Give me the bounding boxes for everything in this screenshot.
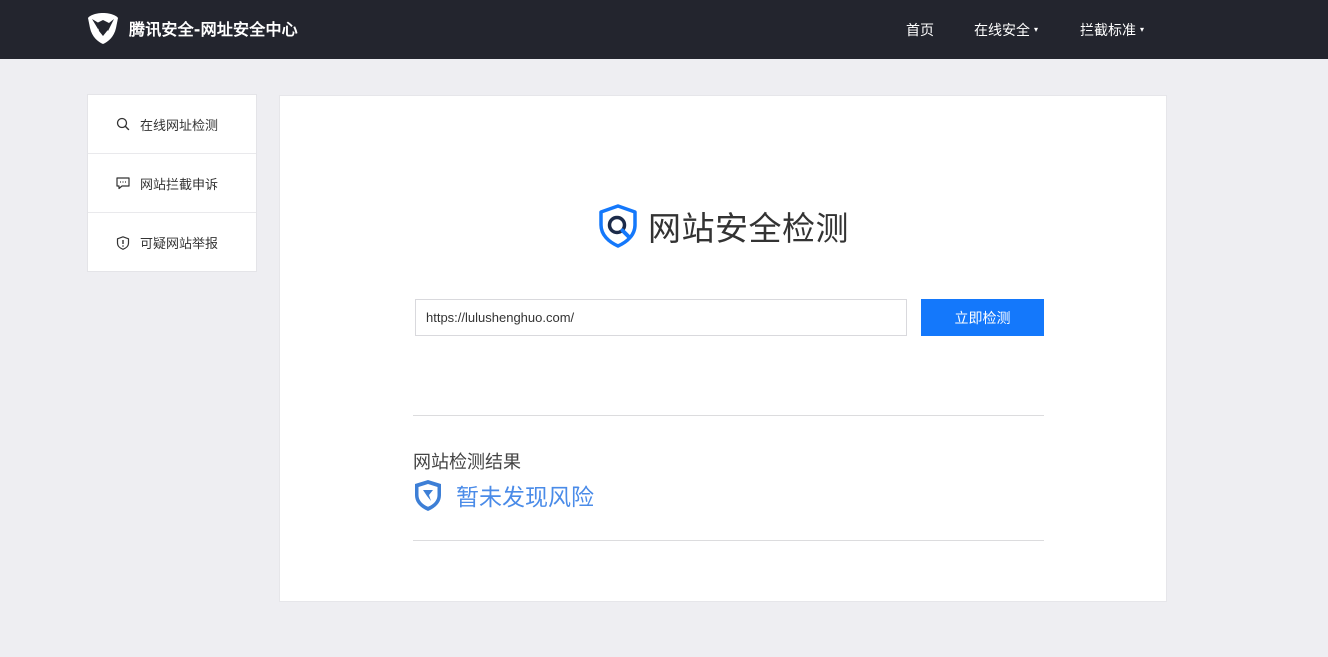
main-panel: 网站安全检测 立即检测 网站检测结果 暂未发现风险 — [279, 95, 1167, 602]
result-status: 暂未发现风险 — [413, 478, 594, 512]
nav-home-label: 首页 — [906, 22, 934, 39]
check-now-button[interactable]: 立即检测 — [921, 299, 1044, 336]
brand-title: 腾讯安全-网址安全中心 — [129, 20, 298, 39]
nav-online-security[interactable]: 在线安全 ▾ — [974, 0, 1038, 59]
hero-heading: 网站安全检测 — [596, 202, 849, 250]
nav-home[interactable]: 首页 — [906, 0, 934, 59]
shield-search-icon — [599, 204, 637, 248]
divider — [413, 540, 1044, 541]
search-icon — [116, 117, 130, 131]
url-input[interactable] — [415, 299, 907, 336]
sidebar-item-appeal[interactable]: 网站拦截申诉 — [88, 154, 256, 213]
safe-shield-icon — [415, 480, 441, 511]
nav-block-standard[interactable]: 拦截标准 ▾ — [1080, 0, 1144, 59]
brand[interactable]: 腾讯安全-网址安全中心 — [86, 10, 298, 46]
chevron-down-icon: ▾ — [1034, 25, 1039, 34]
page-title: 网站安全检测 — [648, 209, 849, 248]
sidebar: 在线网址检测 网站拦截申诉 可疑网站举报 — [87, 94, 257, 272]
message-icon — [116, 177, 130, 190]
nav-block-standard-label: 拦截标准 — [1080, 22, 1136, 39]
shield-alert-icon — [116, 235, 130, 250]
sidebar-item-report[interactable]: 可疑网站举报 — [88, 213, 256, 272]
nav-online-security-label: 在线安全 — [974, 22, 1030, 39]
result-label: 网站检测结果 — [413, 452, 521, 473]
sidebar-item-label: 网站拦截申诉 — [140, 177, 219, 193]
result-text: 暂未发现风险 — [456, 485, 594, 511]
sidebar-item-url-check[interactable]: 在线网址检测 — [88, 95, 256, 154]
top-navigation-bar: 腾讯安全-网址安全中心 首页 在线安全 ▾ 拦截标准 ▾ — [0, 0, 1328, 59]
sidebar-item-label: 可疑网站举报 — [140, 237, 219, 252]
chevron-down-icon: ▾ — [1140, 25, 1145, 34]
sidebar-item-label: 在线网址检测 — [140, 118, 219, 134]
divider — [413, 415, 1044, 416]
tencent-security-logo-icon — [88, 13, 118, 44]
